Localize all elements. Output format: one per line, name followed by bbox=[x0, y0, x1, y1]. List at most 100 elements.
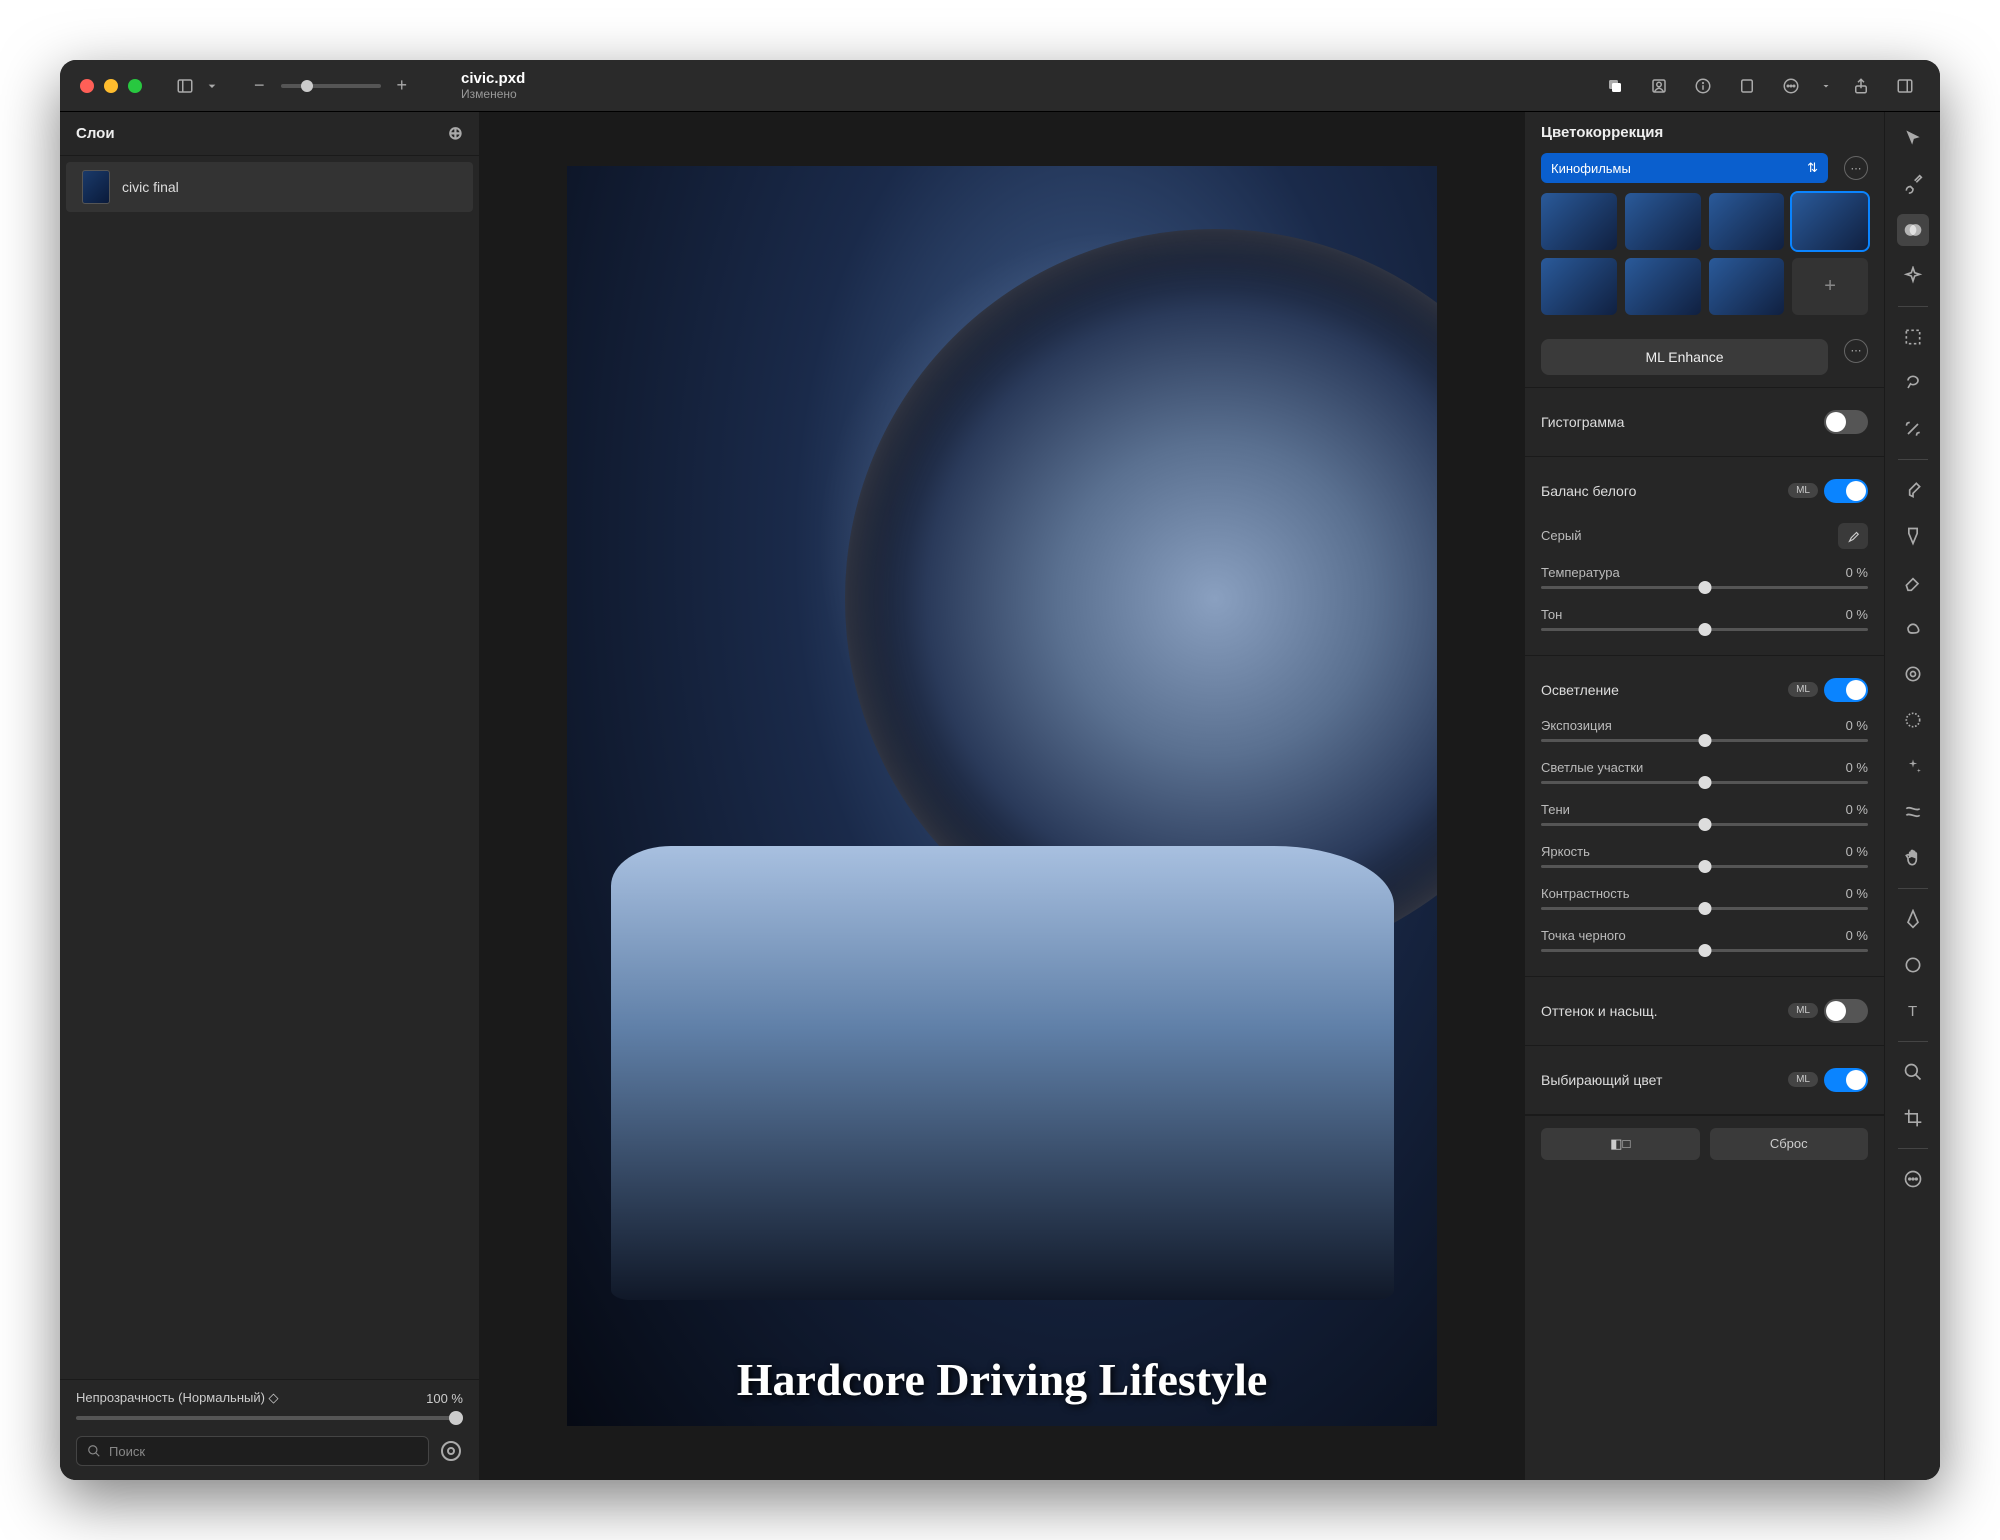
more-chevron[interactable] bbox=[1820, 71, 1832, 101]
preset-thumb[interactable] bbox=[1625, 193, 1701, 250]
info-icon[interactable] bbox=[1688, 71, 1718, 101]
tools-toolbar: T bbox=[1884, 112, 1940, 1480]
layer-opacity-row: Непрозрачность (Нормальный) ◇ 100 % bbox=[60, 1379, 479, 1416]
preset-thumb[interactable] bbox=[1541, 258, 1617, 315]
white-balance-toggle[interactable] bbox=[1824, 479, 1868, 503]
contrast-label: Контрастность bbox=[1541, 886, 1630, 901]
titlebar-right-tools bbox=[1600, 71, 1920, 101]
ml-enhance-more-button[interactable]: ⋯ bbox=[1844, 339, 1868, 363]
opacity-slider[interactable] bbox=[76, 1416, 463, 1420]
compare-button[interactable]: ◧□ bbox=[1541, 1128, 1700, 1160]
marquee-tool[interactable] bbox=[1897, 321, 1929, 353]
warp-tool[interactable] bbox=[1897, 796, 1929, 828]
preset-thumb[interactable] bbox=[1709, 193, 1785, 250]
tint-slider[interactable] bbox=[1541, 628, 1868, 631]
exposure-slider[interactable] bbox=[1541, 739, 1868, 742]
sparkle-tool[interactable] bbox=[1897, 750, 1929, 782]
contrast-slider[interactable] bbox=[1541, 907, 1868, 910]
preset-dropdown[interactable]: Кинофильмы ⇅ bbox=[1541, 153, 1828, 183]
selective-color-toggle[interactable] bbox=[1824, 1068, 1868, 1092]
lighten-label: Осветление bbox=[1541, 682, 1619, 698]
zoom-in-button[interactable]: + bbox=[391, 75, 414, 96]
more-menu-button[interactable] bbox=[1776, 71, 1806, 101]
minimize-window-button[interactable] bbox=[104, 79, 118, 93]
smudge-tool[interactable] bbox=[1897, 612, 1929, 644]
preset-thumb-selected[interactable] bbox=[1792, 193, 1868, 250]
hand-tool[interactable] bbox=[1897, 842, 1929, 874]
window-controls bbox=[80, 79, 142, 93]
zoom-out-button[interactable]: − bbox=[248, 75, 271, 96]
zoom-slider[interactable] bbox=[281, 84, 381, 88]
fullscreen-window-button[interactable] bbox=[128, 79, 142, 93]
ml-badge[interactable]: ML bbox=[1788, 483, 1818, 498]
contrast-value: 0 % bbox=[1846, 886, 1868, 901]
sidebar-dropdown-button[interactable] bbox=[204, 71, 220, 101]
repair-tool[interactable] bbox=[1897, 704, 1929, 736]
lasso-tool[interactable] bbox=[1897, 367, 1929, 399]
layers-panel-header: Слои ⊕ bbox=[60, 112, 479, 156]
lighten-toggle[interactable] bbox=[1824, 678, 1868, 702]
exposure-label: Экспозиция bbox=[1541, 718, 1612, 733]
poster-car bbox=[611, 846, 1394, 1300]
canvas-icon[interactable] bbox=[1732, 71, 1762, 101]
temperature-slider[interactable] bbox=[1541, 586, 1868, 589]
shadows-value: 0 % bbox=[1846, 802, 1868, 817]
portrait-icon[interactable] bbox=[1644, 71, 1674, 101]
inspector-toggle-button[interactable] bbox=[1890, 71, 1920, 101]
paint-tool[interactable] bbox=[1897, 474, 1929, 506]
layer-search-input[interactable]: Поиск bbox=[76, 1436, 429, 1466]
preset-thumb[interactable] bbox=[1541, 193, 1617, 250]
text-tool[interactable]: T bbox=[1897, 995, 1929, 1027]
preset-dropdown-label: Кинофильмы bbox=[1551, 161, 1631, 176]
sidebar-toggle-button[interactable] bbox=[170, 71, 200, 101]
layers-icon[interactable] bbox=[1600, 71, 1630, 101]
canvas-area[interactable]: Hardcore Driving Lifestyle bbox=[480, 112, 1524, 1480]
adjustments-tool[interactable] bbox=[1897, 214, 1929, 246]
brush-tool[interactable] bbox=[1897, 168, 1929, 200]
arrow-tool[interactable] bbox=[1897, 122, 1929, 154]
layer-thumbnail bbox=[82, 170, 110, 204]
shape-tool[interactable] bbox=[1897, 949, 1929, 981]
preset-more-button[interactable]: ⋯ bbox=[1844, 156, 1868, 180]
more-tools-button[interactable] bbox=[1897, 1163, 1929, 1195]
fill-tool[interactable] bbox=[1897, 520, 1929, 552]
highlights-slider[interactable] bbox=[1541, 781, 1868, 784]
titlebar: − + civic.pxd Изменено bbox=[60, 60, 1940, 112]
histogram-toggle[interactable] bbox=[1824, 410, 1868, 434]
opacity-label[interactable]: Непрозрачность (Нормальный) ◇ bbox=[76, 1390, 279, 1406]
layer-name: civic final bbox=[122, 179, 179, 195]
eraser-tool[interactable] bbox=[1897, 566, 1929, 598]
reset-button[interactable]: Сброс bbox=[1710, 1128, 1869, 1160]
ml-badge[interactable]: ML bbox=[1788, 682, 1818, 697]
pen-tool[interactable] bbox=[1897, 903, 1929, 935]
brightness-slider[interactable] bbox=[1541, 865, 1868, 868]
document-status: Изменено bbox=[461, 87, 525, 101]
gray-label: Серый bbox=[1541, 528, 1581, 543]
shadows-slider[interactable] bbox=[1541, 823, 1868, 826]
blackpoint-slider[interactable] bbox=[1541, 949, 1868, 952]
zoom-controls: − + bbox=[248, 75, 413, 96]
magic-wand-tool[interactable] bbox=[1897, 413, 1929, 445]
crop-tool[interactable] bbox=[1897, 1102, 1929, 1134]
ml-badge[interactable]: ML bbox=[1788, 1072, 1818, 1087]
share-icon[interactable] bbox=[1846, 71, 1876, 101]
clone-tool[interactable] bbox=[1897, 658, 1929, 690]
add-layer-button[interactable]: ⊕ bbox=[448, 123, 463, 144]
effects-tool[interactable] bbox=[1897, 260, 1929, 292]
highlights-label: Светлые участки bbox=[1541, 760, 1643, 775]
tint-value: 0 % bbox=[1846, 607, 1868, 622]
eyedropper-button[interactable] bbox=[1838, 523, 1868, 549]
preset-thumb[interactable] bbox=[1709, 258, 1785, 315]
ml-enhance-button[interactable]: ML Enhance bbox=[1541, 339, 1828, 375]
preset-add-button[interactable]: + bbox=[1792, 258, 1868, 315]
canvas-image: Hardcore Driving Lifestyle bbox=[567, 166, 1437, 1426]
layer-row[interactable]: civic final bbox=[66, 162, 473, 212]
close-window-button[interactable] bbox=[80, 79, 94, 93]
preset-thumb[interactable] bbox=[1625, 258, 1701, 315]
chevron-updown-icon: ⇅ bbox=[1807, 160, 1818, 176]
ml-badge[interactable]: ML bbox=[1788, 1003, 1818, 1018]
visibility-filter-button[interactable] bbox=[439, 1439, 463, 1463]
document-filename: civic.pxd bbox=[461, 70, 525, 87]
hue-saturation-toggle[interactable] bbox=[1824, 999, 1868, 1023]
zoom-tool[interactable] bbox=[1897, 1056, 1929, 1088]
